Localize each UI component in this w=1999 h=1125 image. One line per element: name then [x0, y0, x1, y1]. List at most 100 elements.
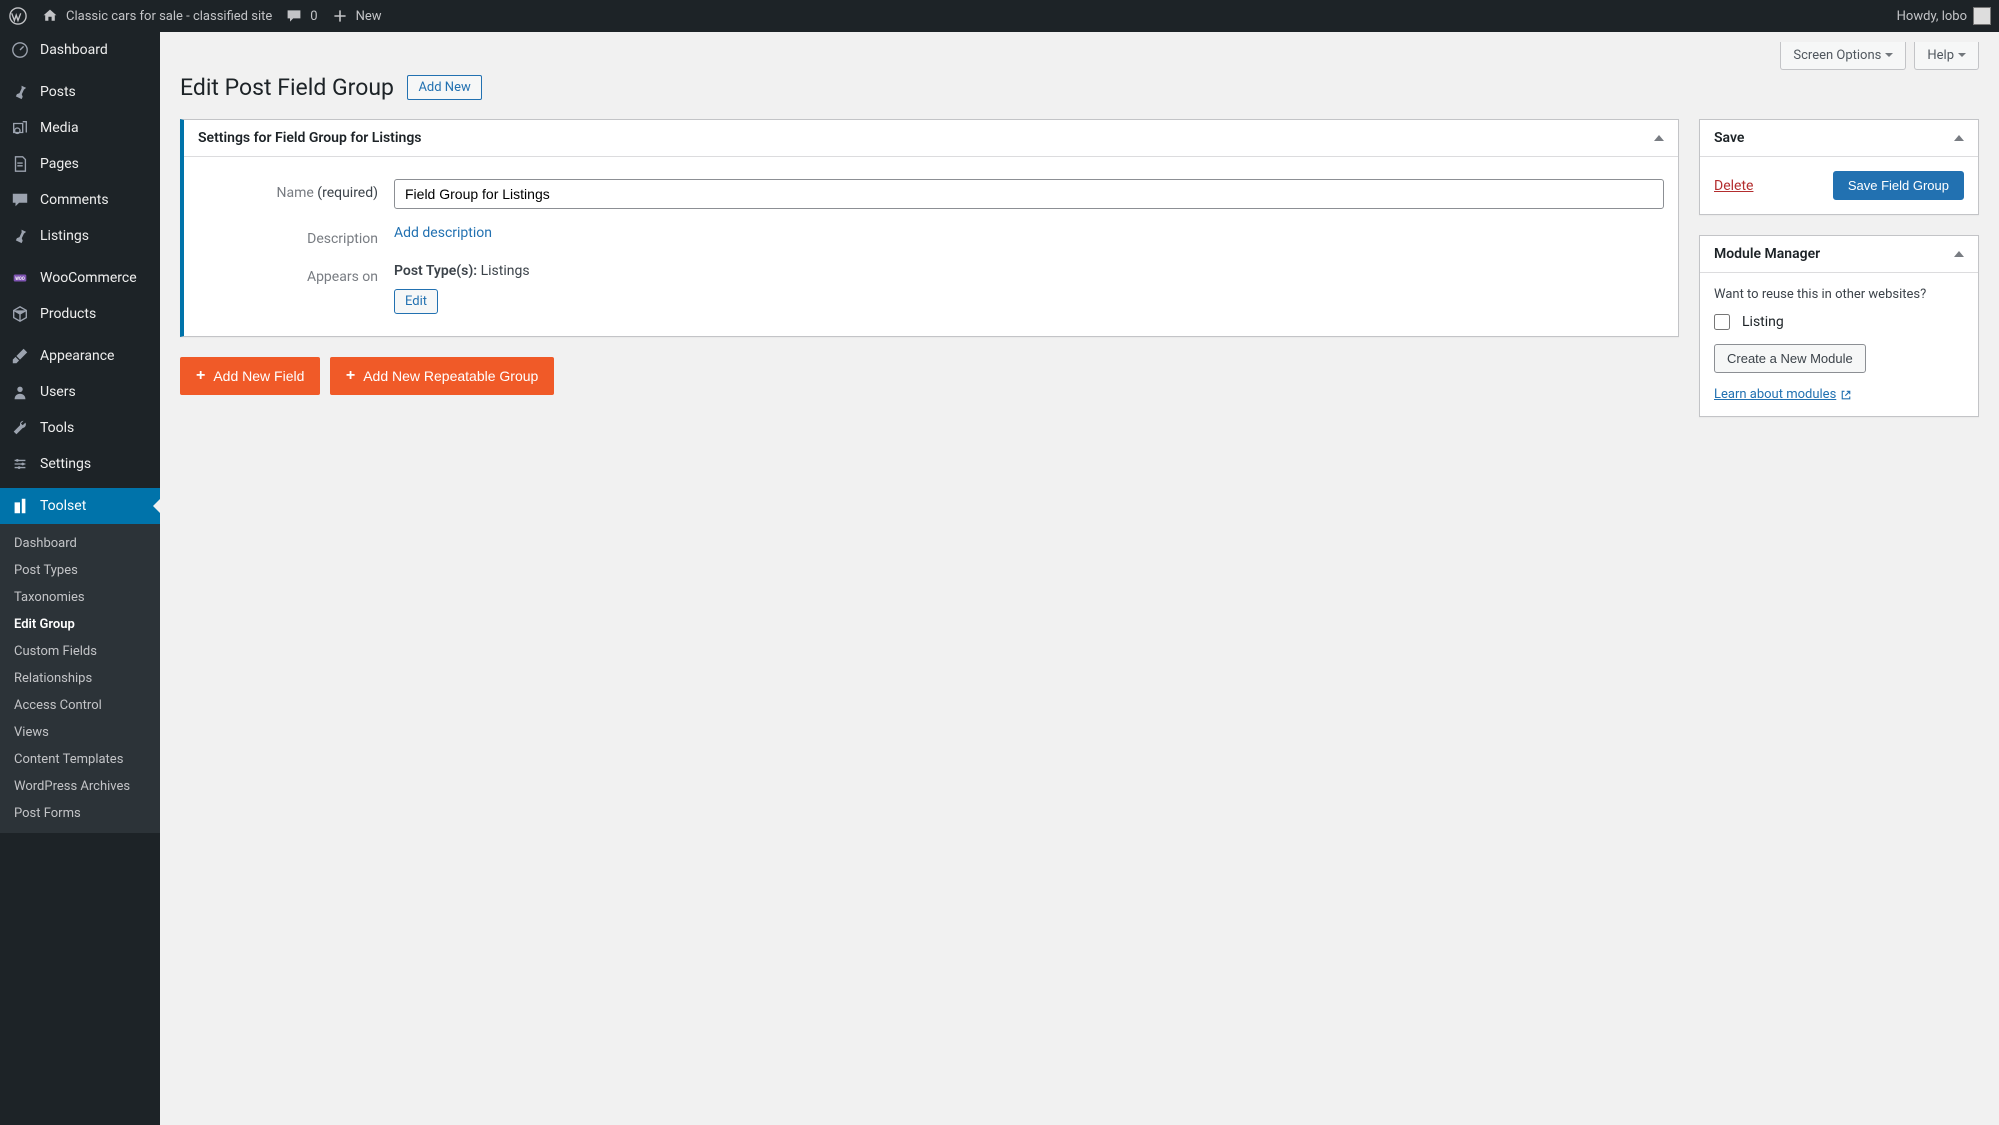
- svg-text:WOO: WOO: [15, 277, 25, 282]
- add-description-link[interactable]: Add description: [394, 225, 492, 241]
- sidebar-item-posts[interactable]: Posts: [0, 74, 160, 110]
- description-label: Description: [307, 231, 378, 247]
- sidebar-item-label: Appearance: [40, 348, 114, 364]
- required-label: (required): [317, 185, 378, 201]
- external-link-icon: [1840, 389, 1852, 401]
- screen-options-tab[interactable]: Screen Options: [1780, 42, 1906, 70]
- screen-options-label: Screen Options: [1793, 48, 1881, 63]
- sidebar-item-appearance[interactable]: Appearance: [0, 338, 160, 374]
- sidebar-item-label: Users: [40, 384, 76, 400]
- sidebar-item-label: Listings: [40, 228, 89, 244]
- sidebar-item-label: Products: [40, 306, 96, 322]
- comments-count: 0: [310, 9, 317, 24]
- module-question-text: Want to reuse this in other websites?: [1714, 287, 1964, 302]
- post-types-value: Listings: [481, 263, 530, 279]
- add-repeatable-group-label: Add New Repeatable Group: [363, 368, 538, 384]
- toolset-submenu: DashboardPost TypesTaxonomiesEdit GroupC…: [0, 524, 160, 833]
- help-tab[interactable]: Help: [1914, 42, 1979, 70]
- pin-icon: [10, 82, 30, 102]
- submenu-item-edit-group[interactable]: Edit Group: [0, 611, 160, 638]
- collapse-icon[interactable]: [1654, 135, 1664, 141]
- settings-panel: Settings for Field Group for Listings Na…: [180, 119, 1679, 337]
- submenu-item-post-forms[interactable]: Post Forms: [0, 800, 160, 827]
- pin-icon: [10, 226, 30, 246]
- sidebar-item-users[interactable]: Users: [0, 374, 160, 410]
- plus-icon: +: [196, 367, 205, 385]
- sidebar-item-comments[interactable]: Comments: [0, 182, 160, 218]
- sidebar-item-label: Posts: [40, 84, 76, 100]
- help-label: Help: [1927, 48, 1954, 63]
- sidebar-item-label: Dashboard: [40, 42, 108, 58]
- sidebar-item-media[interactable]: Media: [0, 110, 160, 146]
- howdy-account-link[interactable]: Howdy, lobo: [1897, 7, 1991, 25]
- sidebar-item-pages[interactable]: Pages: [0, 146, 160, 182]
- wrench-icon: [10, 418, 30, 438]
- chevron-down-icon: [1958, 53, 1966, 61]
- submenu-item-custom-fields[interactable]: Custom Fields: [0, 638, 160, 665]
- delete-link[interactable]: Delete: [1714, 178, 1753, 194]
- sidebar-item-listings[interactable]: Listings: [0, 218, 160, 254]
- sidebar-item-label: Media: [40, 120, 79, 136]
- dashboard-icon: [10, 40, 30, 60]
- add-new-button[interactable]: Add New: [407, 75, 481, 100]
- brush-icon: [10, 346, 30, 366]
- learn-link-label: Learn about modules: [1714, 387, 1836, 402]
- field-group-name-input[interactable]: [394, 179, 1664, 209]
- comments-link[interactable]: 0: [284, 6, 317, 26]
- page-title: Edit Post Field Group: [180, 74, 394, 101]
- wordpress-logo-icon[interactable]: [8, 6, 28, 26]
- sidebar-item-label: Toolset: [40, 498, 86, 514]
- add-new-field-label: Add New Field: [213, 368, 304, 384]
- sidebar-item-settings[interactable]: Settings: [0, 446, 160, 482]
- submenu-item-access-control[interactable]: Access Control: [0, 692, 160, 719]
- comment-icon: [284, 6, 304, 26]
- module-manager-heading: Module Manager: [1714, 246, 1820, 262]
- submenu-item-content-templates[interactable]: Content Templates: [0, 746, 160, 773]
- settings-panel-heading: Settings for Field Group for Listings: [198, 130, 422, 146]
- avatar-icon: [1973, 7, 1991, 25]
- submenu-item-taxonomies[interactable]: Taxonomies: [0, 584, 160, 611]
- woo-icon: WOO: [10, 268, 30, 288]
- site-title: Classic cars for sale - classified site: [66, 9, 272, 24]
- howdy-text: Howdy, lobo: [1897, 9, 1967, 24]
- collapse-icon[interactable]: [1954, 251, 1964, 257]
- new-label: New: [356, 9, 382, 24]
- home-icon: [40, 6, 60, 26]
- edit-appears-button[interactable]: Edit: [394, 289, 438, 314]
- site-home-link[interactable]: Classic cars for sale - classified site: [40, 6, 272, 26]
- toolset-icon: [10, 496, 30, 516]
- new-content-link[interactable]: New: [330, 6, 382, 26]
- post-types-label: Post Type(s):: [394, 263, 477, 279]
- add-new-field-button[interactable]: + Add New Field: [180, 357, 320, 395]
- module-manager-panel: Module Manager Want to reuse this in oth…: [1699, 235, 1979, 417]
- save-field-group-button[interactable]: Save Field Group: [1833, 171, 1964, 200]
- products-icon: [10, 304, 30, 324]
- submenu-item-wordpress-archives[interactable]: WordPress Archives: [0, 773, 160, 800]
- sidebar-item-dashboard[interactable]: Dashboard: [0, 32, 160, 68]
- submenu-item-relationships[interactable]: Relationships: [0, 665, 160, 692]
- save-panel-heading: Save: [1714, 130, 1744, 146]
- collapse-icon[interactable]: [1954, 135, 1964, 141]
- listing-checkbox[interactable]: [1714, 314, 1730, 330]
- submenu-item-views[interactable]: Views: [0, 719, 160, 746]
- pages-icon: [10, 154, 30, 174]
- submenu-item-dashboard[interactable]: Dashboard: [0, 530, 160, 557]
- sidebar-item-tools[interactable]: Tools: [0, 410, 160, 446]
- save-panel: Save Delete Save Field Group: [1699, 119, 1979, 215]
- sidebar-item-products[interactable]: Products: [0, 296, 160, 332]
- sidebar-item-label: Pages: [40, 156, 79, 172]
- comment-icon: [10, 190, 30, 210]
- plus-icon: [330, 6, 350, 26]
- main-content: Screen Options Help Edit Post Field Grou…: [160, 32, 1999, 1125]
- user-icon: [10, 382, 30, 402]
- add-repeatable-group-button[interactable]: + Add New Repeatable Group: [330, 357, 554, 395]
- create-module-button[interactable]: Create a New Module: [1714, 344, 1866, 373]
- chevron-down-icon: [1885, 53, 1893, 61]
- learn-about-modules-link[interactable]: Learn about modules: [1714, 387, 1852, 402]
- submenu-item-post-types[interactable]: Post Types: [0, 557, 160, 584]
- sidebar-item-woocommerce[interactable]: WOOWooCommerce: [0, 260, 160, 296]
- media-icon: [10, 118, 30, 138]
- sidebar-item-toolset[interactable]: Toolset: [0, 488, 160, 524]
- sidebar-item-label: Tools: [40, 420, 74, 436]
- name-label: Name: [276, 185, 313, 201]
